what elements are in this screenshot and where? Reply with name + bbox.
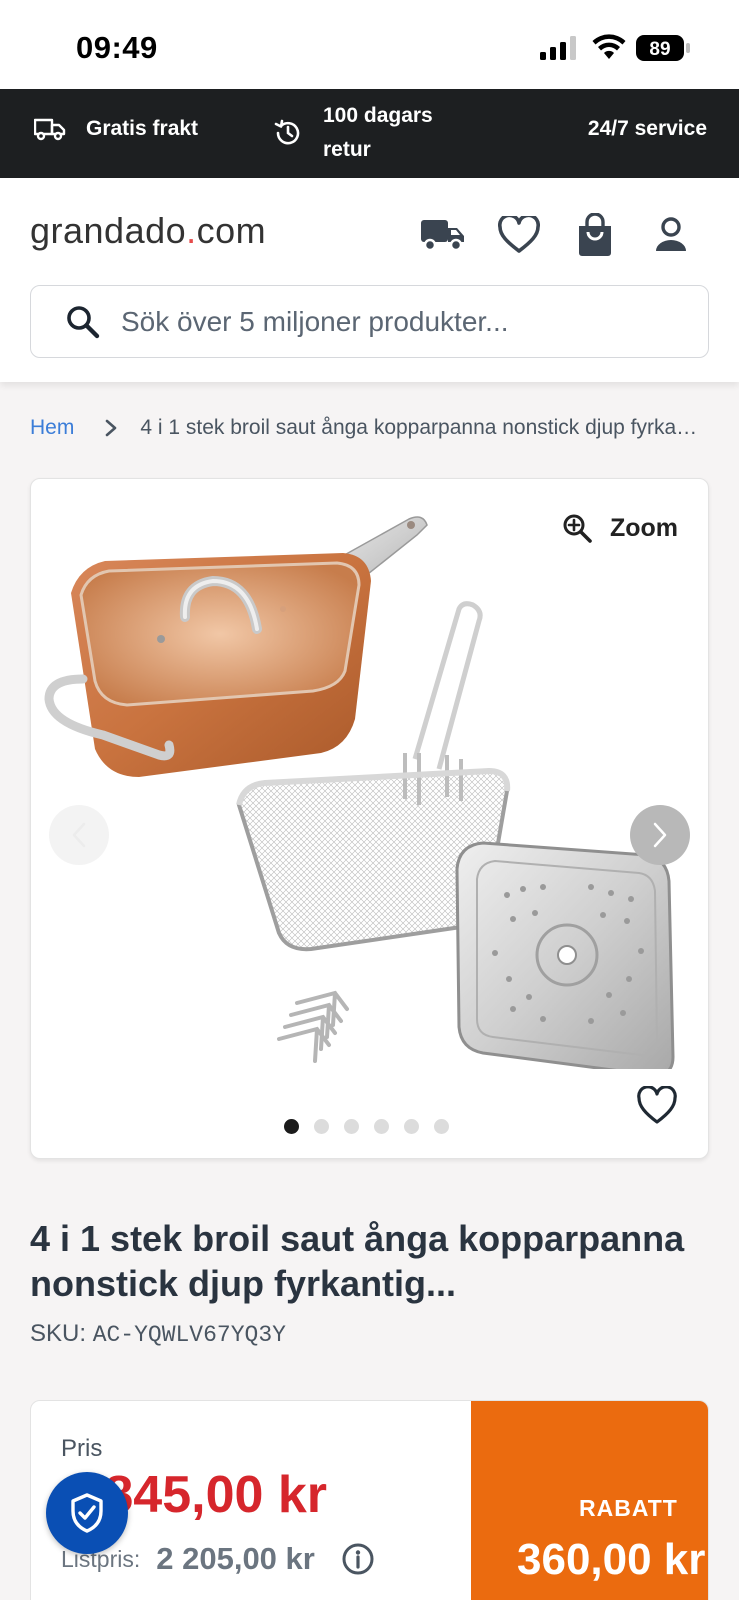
track-order-button[interactable] bbox=[418, 210, 468, 260]
carousel-dot[interactable] bbox=[434, 1119, 449, 1134]
list-price-value: 2 205,00 kr bbox=[156, 1541, 315, 1576]
product-sku: SKU: AC-YQWLV67YQ3Y bbox=[30, 1320, 286, 1348]
wishlist-button[interactable] bbox=[494, 210, 544, 260]
site-logo[interactable]: grandado.com bbox=[30, 210, 266, 252]
account-button[interactable] bbox=[646, 210, 696, 260]
carousel-dot[interactable] bbox=[344, 1119, 359, 1134]
promo-returns-line2: retur bbox=[323, 138, 371, 161]
heart-icon bbox=[498, 216, 540, 253]
battery-icon: 89 bbox=[636, 35, 690, 61]
discount-value: 360,00 kr bbox=[517, 1535, 706, 1584]
promo-returns-line1: 100 dagars bbox=[323, 104, 433, 127]
logo-dot: . bbox=[186, 210, 197, 251]
trust-shield-button[interactable] bbox=[46, 1472, 128, 1554]
carousel-dot[interactable] bbox=[314, 1119, 329, 1134]
wifi-icon bbox=[592, 34, 626, 59]
history-icon bbox=[274, 119, 300, 145]
chevron-right-icon bbox=[106, 419, 117, 437]
cart-button[interactable] bbox=[570, 210, 620, 260]
shopping-bag-icon bbox=[579, 213, 611, 256]
site-header: grandado.com bbox=[0, 178, 739, 382]
zoom-in-icon bbox=[563, 514, 592, 543]
discount-label: RABATT bbox=[579, 1495, 678, 1521]
product-gallery[interactable]: Zoom bbox=[30, 478, 709, 1159]
shield-check-icon bbox=[71, 1493, 103, 1533]
promo-bar: Gratis frakt 100 dagars retur 24/7 servi… bbox=[0, 89, 739, 178]
truck-icon bbox=[34, 118, 66, 141]
chevron-left-icon bbox=[72, 822, 86, 848]
zoom-button[interactable]: Zoom bbox=[562, 513, 678, 543]
breadcrumb-home[interactable]: Hem bbox=[30, 416, 74, 440]
previous-image-button[interactable] bbox=[49, 805, 109, 865]
sku-code: AC-YQWLV67YQ3Y bbox=[92, 1322, 286, 1348]
carousel-dot[interactable] bbox=[374, 1119, 389, 1134]
breadcrumb-current: 4 i 1 stek broil saut ånga kopparpanna n… bbox=[140, 416, 701, 439]
next-image-button[interactable] bbox=[630, 805, 690, 865]
carousel-dot[interactable] bbox=[284, 1119, 299, 1134]
header-actions bbox=[418, 210, 696, 260]
carousel-dot[interactable] bbox=[404, 1119, 419, 1134]
chevron-right-icon bbox=[653, 822, 667, 848]
promo-shipping: Gratis frakt bbox=[34, 117, 198, 141]
carousel-dots bbox=[284, 1119, 464, 1134]
promo-shipping-text: Gratis frakt bbox=[86, 117, 199, 140]
price-card: Pris 1 845,00 kr Listpris: 2 205,00 kr R… bbox=[30, 1400, 709, 1600]
info-icon[interactable] bbox=[341, 1542, 375, 1576]
logo-tld: com bbox=[196, 210, 267, 251]
product-image[interactable] bbox=[43, 509, 683, 1069]
logo-main: grandado bbox=[30, 210, 187, 251]
cellular-signal-icon bbox=[540, 36, 576, 60]
zoom-label: Zoom bbox=[609, 513, 678, 542]
price-label: Pris bbox=[61, 1435, 103, 1462]
breadcrumb: Hem 4 i 1 stek broil saut ånga kopparpan… bbox=[30, 416, 700, 440]
user-icon bbox=[656, 217, 686, 251]
search-icon bbox=[67, 305, 100, 338]
product-title: 4 i 1 stek broil saut ånga kopparpanna n… bbox=[30, 1218, 685, 1304]
promo-service: 24/7 service bbox=[587, 117, 707, 140]
delivery-truck-icon bbox=[421, 220, 464, 252]
battery-level: 89 bbox=[649, 39, 670, 60]
status-time: 09:49 bbox=[76, 30, 158, 65]
favorite-heart-icon[interactable] bbox=[636, 1086, 678, 1126]
sku-label: SKU: bbox=[30, 1320, 87, 1347]
promo-returns: 100 dagars retur bbox=[273, 99, 433, 167]
discount-badge: RABATT 360,00 kr bbox=[471, 1401, 708, 1600]
status-bar: 09:49 89 bbox=[0, 0, 739, 89]
search-input[interactable] bbox=[121, 305, 641, 338]
search-bar[interactable] bbox=[30, 285, 709, 358]
